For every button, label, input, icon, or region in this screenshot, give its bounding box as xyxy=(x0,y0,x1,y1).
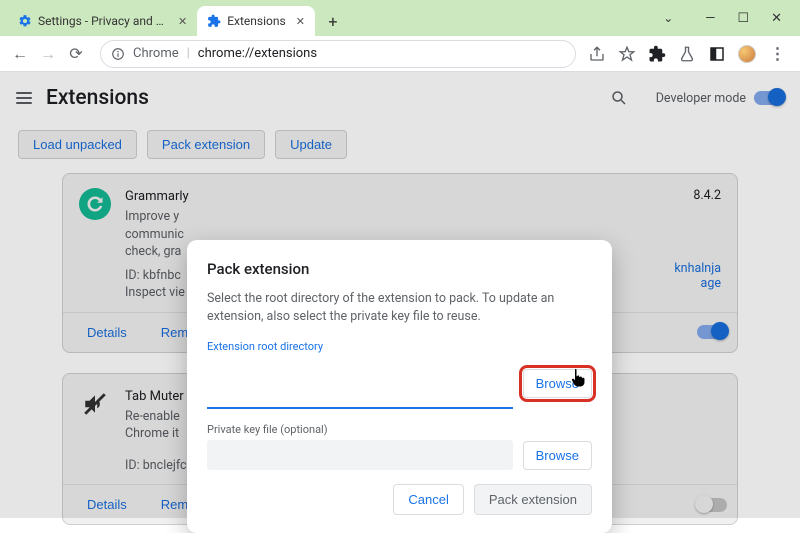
private-key-input[interactable] xyxy=(207,440,513,470)
browser-toolbar: ← → ⟳ Chrome | chrome://extensions ⋮ xyxy=(0,36,800,72)
reload-button[interactable]: ⟳ xyxy=(64,42,88,66)
private-key-label: Private key file (optional) xyxy=(207,423,592,436)
dialog-title: Pack extension xyxy=(207,260,592,278)
details-button[interactable]: Details xyxy=(73,491,141,518)
page-title: Extensions xyxy=(46,86,596,110)
extension-id: ID: kbfnbc xyxy=(125,267,189,285)
extension-enable-toggle[interactable] xyxy=(697,325,727,339)
tab-strip: Settings - Privacy and security ✕ Extens… xyxy=(0,6,345,36)
flask-icon[interactable] xyxy=(678,45,696,63)
close-icon[interactable]: ✕ xyxy=(296,15,305,28)
back-button[interactable]: ← xyxy=(8,42,32,66)
omnibox-url: chrome://extensions xyxy=(198,46,317,61)
pack-extension-submit-button[interactable]: Pack extension xyxy=(474,484,592,515)
extension-name: Grammarly xyxy=(125,189,189,204)
forward-button[interactable]: → xyxy=(36,42,60,66)
details-link[interactable]: knhalnja xyxy=(674,261,721,276)
cancel-button[interactable]: Cancel xyxy=(393,484,463,515)
star-icon[interactable] xyxy=(618,45,636,63)
developer-mode-label: Developer mode xyxy=(656,91,746,106)
hamburger-menu-icon[interactable] xyxy=(16,92,32,104)
toolbar-icons: ⋮ xyxy=(588,45,792,63)
omnibox-product: Chrome xyxy=(133,46,179,61)
inspect-views-label: Inspect vie xyxy=(125,284,189,302)
panel-icon[interactable] xyxy=(708,45,726,63)
gear-icon xyxy=(18,14,32,28)
dialog-body: Select the root directory of the extensi… xyxy=(207,290,592,326)
root-directory-label: Extension root directory xyxy=(207,340,592,353)
browse-root-button[interactable]: Browse xyxy=(523,369,592,398)
extensions-puzzle-icon[interactable] xyxy=(648,45,666,63)
search-icon[interactable] xyxy=(610,89,628,107)
extension-enable-toggle[interactable] xyxy=(697,498,727,512)
page-header: Extensions Developer mode xyxy=(0,72,800,124)
chevron-down-icon[interactable]: ⌄ xyxy=(663,11,683,25)
maximize-button[interactable]: ☐ xyxy=(737,11,749,26)
site-info-icon[interactable] xyxy=(111,47,125,61)
pack-extension-dialog: Pack extension Select the root directory… xyxy=(187,240,612,533)
puzzle-icon xyxy=(207,14,221,28)
new-tab-button[interactable]: + xyxy=(321,9,345,33)
grammarly-icon xyxy=(79,188,111,220)
tab-label: Extensions xyxy=(227,14,285,28)
close-icon[interactable]: ✕ xyxy=(178,15,187,28)
tab-settings-privacy[interactable]: Settings - Privacy and security ✕ xyxy=(8,6,197,36)
update-button[interactable]: Update xyxy=(275,130,347,159)
root-directory-input[interactable] xyxy=(209,361,511,384)
window-titlebar: Settings - Privacy and security ✕ Extens… xyxy=(0,0,800,36)
details-button[interactable]: Details xyxy=(73,319,141,346)
close-window-button[interactable]: ✕ xyxy=(771,11,782,26)
developer-mode-toggle[interactable] xyxy=(754,91,784,105)
window-controls: ⌄ — ☐ ✕ xyxy=(663,0,800,36)
omnibox[interactable]: Chrome | chrome://extensions xyxy=(100,40,576,68)
page-link[interactable]: age xyxy=(674,276,721,291)
avatar[interactable] xyxy=(738,45,756,63)
tab-muter-icon xyxy=(79,388,111,420)
extension-name: Tab Muter xyxy=(125,389,184,404)
tab-label: Settings - Privacy and security xyxy=(38,14,168,28)
browse-key-button[interactable]: Browse xyxy=(523,441,592,470)
load-unpacked-button[interactable]: Load unpacked xyxy=(18,130,137,159)
minimize-button[interactable]: — xyxy=(705,11,715,26)
share-icon[interactable] xyxy=(588,45,606,63)
kebab-menu-icon[interactable]: ⋮ xyxy=(768,45,786,63)
omnibox-separator: | xyxy=(187,46,190,61)
pack-extension-button[interactable]: Pack extension xyxy=(147,130,265,159)
extension-version: 8.4.2 xyxy=(674,188,721,203)
tab-extensions[interactable]: Extensions ✕ xyxy=(197,6,315,36)
action-bar: Load unpacked Pack extension Update xyxy=(0,124,800,173)
